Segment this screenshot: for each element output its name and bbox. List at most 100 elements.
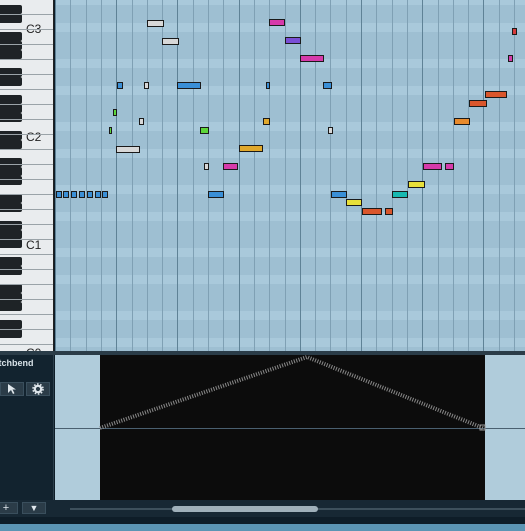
midi-note[interactable]: [147, 20, 164, 27]
midi-note[interactable]: [144, 82, 149, 89]
midi-note[interactable]: [485, 91, 507, 98]
status-strip: [0, 524, 525, 531]
midi-note[interactable]: [508, 55, 513, 62]
midi-note[interactable]: [408, 181, 425, 188]
midi-note[interactable]: [445, 163, 454, 170]
beat-line: [193, 0, 194, 351]
black-key[interactable]: [0, 302, 22, 311]
midi-note[interactable]: [208, 191, 224, 198]
black-key[interactable]: [0, 194, 22, 203]
beat-line: [514, 0, 515, 351]
midi-note[interactable]: [385, 208, 393, 215]
midi-note[interactable]: [512, 28, 517, 35]
beat-line: [392, 0, 393, 351]
midi-note[interactable]: [362, 208, 382, 215]
horizontal-scrollbar-thumb[interactable]: [172, 506, 318, 512]
black-key-row: [55, 158, 525, 167]
black-key-row: [55, 104, 525, 113]
beat-line: [499, 0, 500, 351]
midi-note[interactable]: [204, 163, 209, 170]
black-key[interactable]: [0, 50, 22, 59]
black-key[interactable]: [0, 113, 22, 122]
add-lane-button[interactable]: +: [0, 502, 18, 514]
black-key[interactable]: [0, 68, 22, 77]
arrow-icon[interactable]: [0, 382, 24, 396]
midi-note[interactable]: [162, 38, 179, 45]
black-key[interactable]: [0, 5, 22, 14]
black-key[interactable]: [0, 320, 22, 329]
white-key-separator: [0, 59, 53, 60]
beat-line: [453, 0, 454, 351]
midi-note[interactable]: [239, 145, 263, 152]
midi-note[interactable]: [200, 127, 209, 134]
black-key[interactable]: [0, 167, 22, 176]
black-key[interactable]: [0, 158, 22, 167]
gear-icon[interactable]: [26, 382, 50, 396]
black-key[interactable]: [0, 176, 22, 185]
midi-note[interactable]: [263, 118, 270, 125]
black-key[interactable]: [0, 203, 22, 212]
black-key-row: [55, 167, 525, 176]
black-key[interactable]: [0, 257, 22, 266]
piano-keyboard[interactable]: C3 C2 C1 C0: [0, 0, 54, 351]
pitchbend-lane[interactable]: [55, 355, 525, 500]
black-key[interactable]: [0, 104, 22, 113]
black-key[interactable]: [0, 41, 22, 50]
controller-lane-title[interactable]: Pitchbend: [0, 358, 34, 368]
black-key[interactable]: [0, 140, 22, 149]
midi-note[interactable]: [63, 191, 69, 198]
bar-line: [239, 0, 240, 351]
midi-note[interactable]: [116, 146, 140, 153]
black-key-row: [55, 95, 525, 104]
black-key[interactable]: [0, 77, 22, 86]
black-key[interactable]: [0, 230, 22, 239]
midi-note[interactable]: [266, 82, 270, 89]
midi-note[interactable]: [102, 191, 108, 198]
midi-note[interactable]: [71, 191, 77, 198]
beat-line: [315, 0, 316, 351]
black-key-row: [55, 14, 525, 23]
black-key-row: [55, 131, 525, 140]
black-key[interactable]: [0, 284, 22, 293]
white-key-separator: [0, 14, 53, 15]
midi-note[interactable]: [139, 118, 144, 125]
midi-note[interactable]: [328, 127, 333, 134]
midi-note[interactable]: [113, 109, 117, 116]
midi-note[interactable]: [117, 82, 123, 89]
midi-note[interactable]: [346, 199, 362, 206]
midi-note[interactable]: [87, 191, 93, 198]
black-key-row: [55, 5, 525, 14]
midi-note[interactable]: [56, 191, 62, 198]
black-key[interactable]: [0, 221, 22, 230]
midi-note[interactable]: [109, 127, 112, 134]
black-key[interactable]: [0, 32, 22, 41]
black-key[interactable]: [0, 131, 22, 140]
midi-note[interactable]: [469, 100, 487, 107]
black-key[interactable]: [0, 239, 22, 248]
midi-note[interactable]: [269, 19, 285, 26]
midi-note[interactable]: [95, 191, 101, 198]
midi-note[interactable]: [392, 191, 408, 198]
midi-note[interactable]: [323, 82, 332, 89]
white-key-separator: [0, 119, 53, 120]
midi-note[interactable]: [223, 163, 238, 170]
black-key[interactable]: [0, 293, 22, 302]
beat-line: [330, 0, 331, 351]
black-key[interactable]: [0, 329, 22, 338]
midi-note[interactable]: [423, 163, 442, 170]
midi-note[interactable]: [300, 55, 324, 62]
midi-note[interactable]: [454, 118, 470, 125]
midi-note[interactable]: [177, 82, 201, 89]
midi-note[interactable]: [331, 191, 347, 198]
black-key[interactable]: [0, 14, 22, 23]
black-key[interactable]: [0, 266, 22, 275]
beat-line: [101, 0, 102, 351]
black-key[interactable]: [0, 95, 22, 104]
beat-line: [346, 0, 347, 351]
pitchbend-curve[interactable]: [55, 355, 525, 500]
midi-note[interactable]: [285, 37, 301, 44]
bar-line: [55, 0, 56, 351]
midi-note[interactable]: [79, 191, 85, 198]
lane-menu-button[interactable]: ▼: [22, 502, 46, 514]
note-grid[interactable]: [55, 0, 525, 351]
